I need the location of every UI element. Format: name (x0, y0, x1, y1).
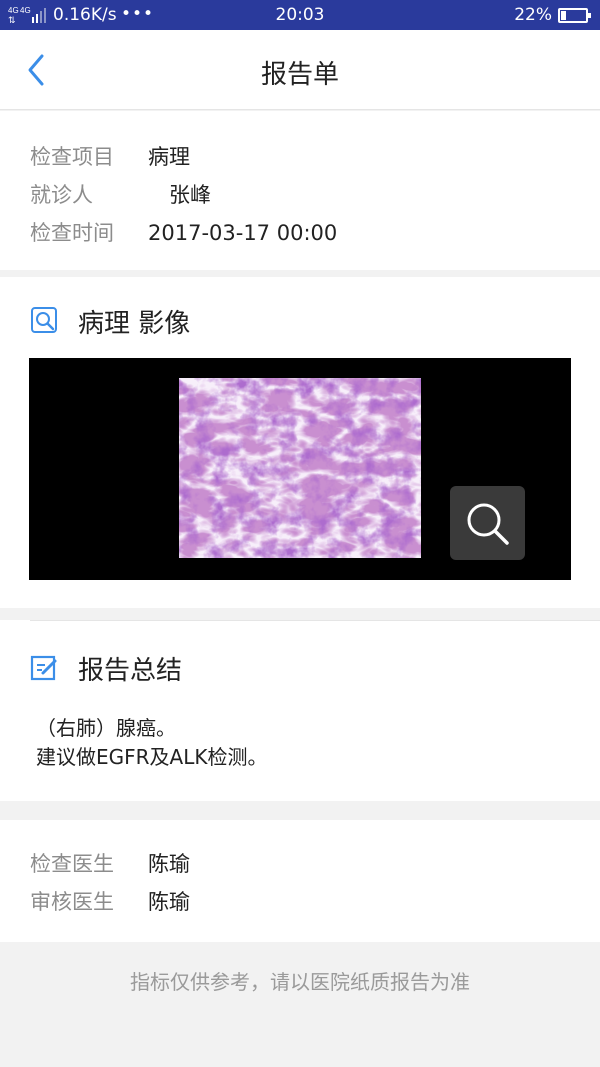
exam-time-label: 检查时间 (30, 221, 114, 245)
doctors-card: 检查医生 陈瑜 审核医生 陈瑜 (0, 820, 600, 942)
examiner-row: 检查医生 陈瑜 (30, 848, 190, 878)
status-bar: 4G 4G ⇅ 0.16K/s ••• 20:03 22% (0, 0, 600, 30)
magnifier-icon (467, 503, 509, 545)
reviewer-row: 审核医生 陈瑜 (30, 886, 190, 916)
nav-bar: 报告单 (0, 30, 600, 110)
exam-time-value: 2017-03-17 00:00 (148, 221, 338, 245)
exam-item-value: 病理 (148, 145, 190, 169)
disclaimer-note: 指标仅供参考，请以医院纸质报告为准 (130, 970, 470, 994)
zoom-button[interactable] (450, 486, 525, 560)
summary-text: （右肺）腺癌。 建议做EGFR及ALK检测。 (36, 716, 268, 769)
exam-item-row: 检查项目 病理 (30, 141, 190, 171)
page-title: 报告单 (260, 60, 339, 90)
battery-icon (558, 8, 591, 23)
divider (30, 620, 600, 621)
edit-icon (30, 655, 57, 681)
battery-percent: 22% (514, 5, 552, 25)
reviewer-label: 审核医生 (30, 890, 114, 914)
exam-item-label: 检查项目 (30, 145, 114, 169)
patient-label: 就诊人 (30, 183, 93, 207)
exam-time-row: 检查时间 2017-03-17 00:00 (30, 217, 337, 247)
examiner-label: 检查医生 (30, 852, 114, 876)
pathology-image-card: 病理 影像 (0, 277, 600, 608)
examiner-value: 陈瑜 (148, 852, 190, 876)
summary-heading: 报告总结 (78, 656, 183, 686)
image-search-icon (31, 307, 57, 333)
report-summary-card: 报告总结 （右肺）腺癌。 建议做EGFR及ALK检测。 (0, 620, 600, 801)
histology-image (179, 378, 421, 558)
report-info-card: 检查项目 病理 就诊人 张峰 检查时间 2017-03-17 00:00 (0, 111, 600, 270)
pathology-image[interactable] (29, 358, 571, 580)
footer: 指标仅供参考，请以医院纸质报告为准 (0, 942, 600, 1067)
patient-value: 张峰 (169, 183, 211, 207)
pathology-heading: 病理 影像 (78, 309, 191, 339)
reviewer-value: 陈瑜 (148, 890, 190, 914)
clock: 20:03 (275, 5, 325, 25)
battery-fill (561, 11, 566, 20)
patient-row: 就诊人 张峰 (30, 179, 211, 209)
